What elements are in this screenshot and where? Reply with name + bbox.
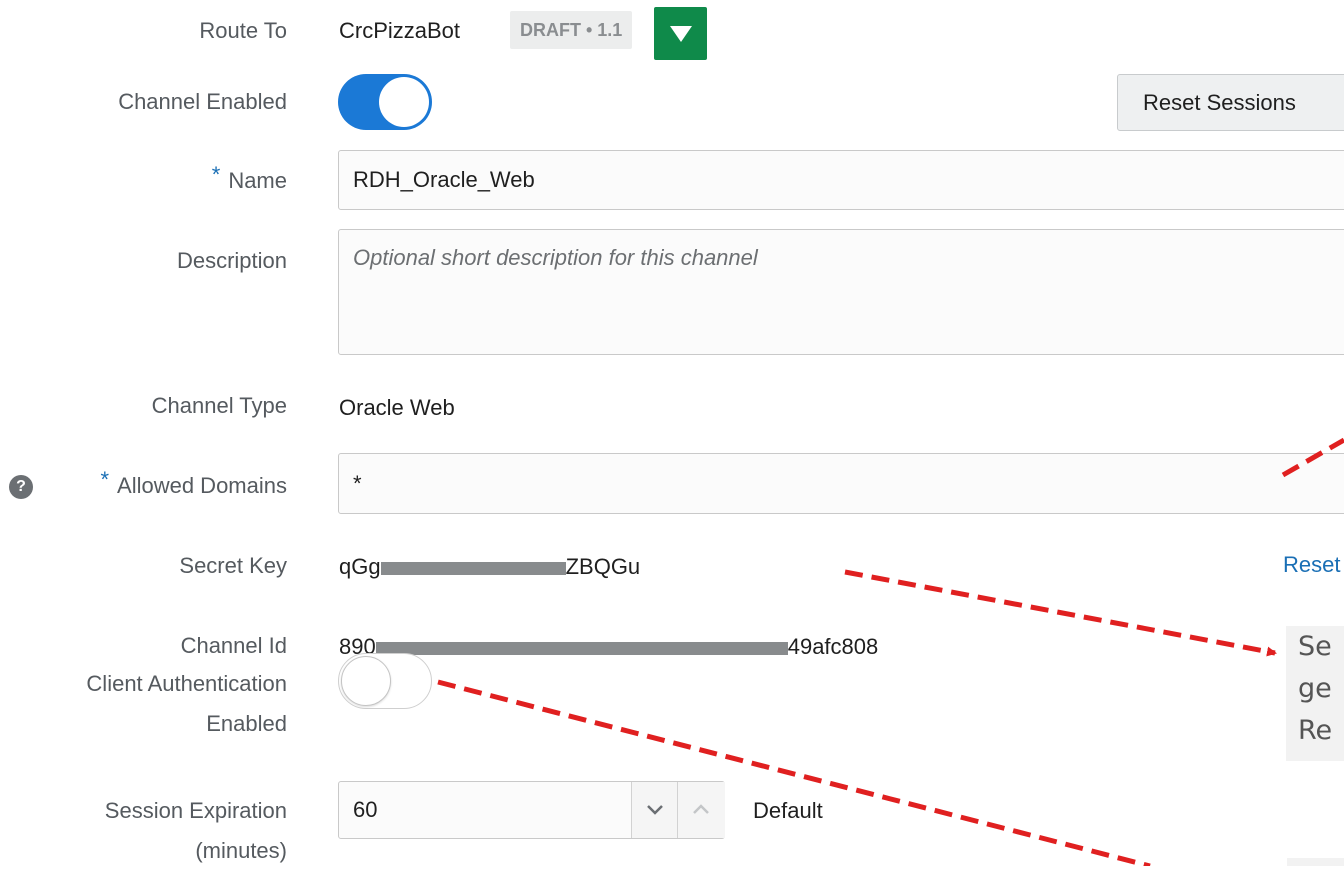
annotation-arrow-secret-key [844,569,1277,657]
annotation-arrow-domains [1281,437,1344,478]
annotation-arrows [437,437,1344,866]
annotation-arrow-client-auth [437,679,1151,866]
